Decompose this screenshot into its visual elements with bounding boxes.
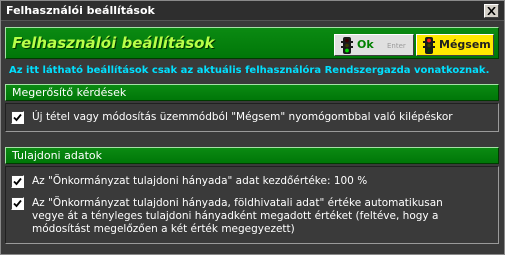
- window-title: Felhasználói beállítások: [6, 4, 155, 17]
- ok-button[interactable]: Ok Enter: [334, 34, 414, 56]
- section-body-confirmations: Új tétel vagy módosítás üzemmódból "Mégs…: [5, 103, 499, 132]
- section-header-ownership: Tulajdoni adatok: [5, 147, 499, 164]
- settings-window: Felhasználói beállítások Felhasználói be…: [0, 0, 505, 255]
- section-title: Megerősítő kérdések: [12, 86, 127, 99]
- checkmark-icon: [13, 113, 22, 122]
- cancel-label: Mégsem: [439, 38, 491, 51]
- close-icon: [487, 7, 496, 15]
- cancel-button[interactable]: Mégsem: [416, 34, 494, 56]
- checkbox-row[interactable]: Az "Önkormányzat tulajdoni hányada" adat…: [11, 175, 367, 188]
- dialog-content: Felhasználói beállítások Ok Enter Mégsem…: [3, 23, 502, 252]
- checkbox-label: Az "Önkormányzat tulajdoni hányada, föld…: [32, 197, 443, 235]
- checkmark-icon: [13, 199, 22, 208]
- ok-label: Ok: [357, 38, 374, 51]
- checkmark-icon: [13, 177, 22, 186]
- section-title: Tulajdoni adatok: [12, 149, 102, 162]
- traffic-light-red-icon: [423, 37, 435, 58]
- section-header-confirmations: Megerősítő kérdések: [5, 84, 499, 101]
- checkbox-row[interactable]: Új tétel vagy módosítás üzemmódból "Mégs…: [11, 111, 453, 124]
- section-body-ownership: Az "Önkormányzat tulajdoni hányada" adat…: [5, 166, 499, 244]
- close-button[interactable]: [484, 4, 499, 18]
- checkbox-label: Az "Önkormányzat tulajdoni hányada" adat…: [32, 175, 368, 187]
- ok-hint: Enter: [387, 42, 406, 50]
- page-title: Felhasználói beállítások: [12, 34, 215, 52]
- traffic-light-green-icon: [341, 37, 353, 58]
- title-bar[interactable]: Felhasználói beállítások: [1, 1, 504, 21]
- checkbox[interactable]: [11, 175, 24, 188]
- info-text: Az itt látható beállítások csak az aktuá…: [9, 65, 490, 76]
- checkbox[interactable]: [11, 197, 24, 210]
- header-band: Felhasználói beállítások Ok Enter Mégsem: [5, 27, 499, 59]
- checkbox[interactable]: [11, 111, 24, 124]
- checkbox-row[interactable]: Az "Önkormányzat tulajdoni hányada, föld…: [11, 197, 477, 236]
- checkbox-label: Új tétel vagy módosítás üzemmódból "Mégs…: [32, 111, 453, 123]
